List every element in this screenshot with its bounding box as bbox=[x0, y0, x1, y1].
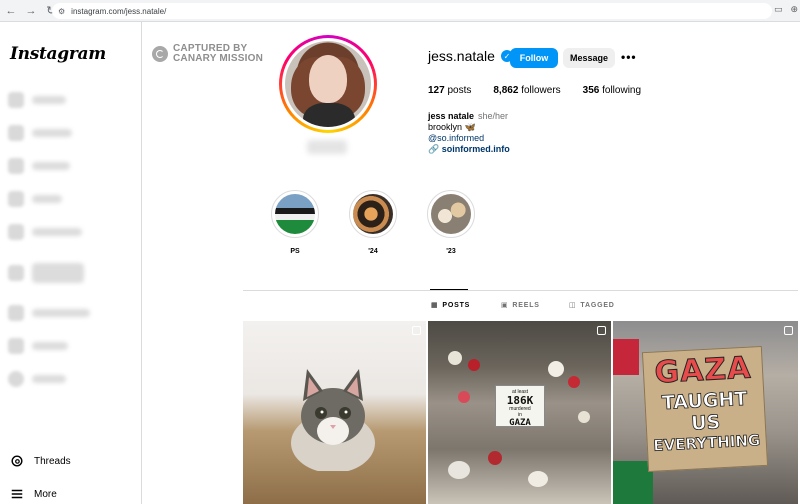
tagged-icon: ◫ bbox=[569, 302, 577, 309]
forward-icon[interactable]: → bbox=[22, 2, 40, 20]
url-text: instagram.com/jess.natale/ bbox=[71, 6, 167, 16]
followers-count[interactable]: 8,862 followers bbox=[493, 85, 560, 96]
post-tile[interactable]: at least 186K murdered in GAZA bbox=[428, 321, 611, 504]
tune-icon[interactable]: ⚙ bbox=[58, 7, 65, 16]
threads-icon bbox=[11, 455, 23, 467]
username-row: jess.natale ✓ bbox=[428, 48, 513, 64]
screen-icon[interactable]: ▭ bbox=[774, 4, 783, 15]
following-count[interactable]: 356 following bbox=[583, 85, 641, 96]
sidebar: Instagram Threads More bbox=[0, 22, 142, 504]
carousel-icon bbox=[412, 326, 421, 335]
back-icon[interactable]: ← bbox=[2, 2, 20, 20]
reels-icon: ▣ bbox=[501, 302, 509, 309]
sidebar-item-blurred[interactable] bbox=[8, 256, 98, 290]
profile-stats: 127 posts 8,862 followers 356 following bbox=[428, 85, 641, 96]
active-tab-indicator bbox=[430, 289, 468, 290]
highlight-ps[interactable]: PS bbox=[271, 190, 319, 255]
carousel-icon bbox=[597, 326, 606, 335]
address-bar[interactable]: ⚙ instagram.com/jess.natale/ bbox=[52, 3, 772, 19]
tab-posts[interactable]: ▦ POSTS bbox=[431, 301, 470, 310]
kitten-image bbox=[291, 369, 375, 471]
tabs-divider bbox=[243, 290, 798, 291]
profile-bio: jess natale she/her brooklyn 🦋 @so.inform… bbox=[428, 111, 510, 155]
sidebar-item-blurred[interactable] bbox=[8, 190, 98, 208]
sidebar-item-blurred[interactable] bbox=[8, 304, 98, 322]
highlight-label: '24 bbox=[368, 248, 378, 255]
message-button[interactable]: Message bbox=[563, 48, 615, 68]
more-options-icon[interactable]: ••• bbox=[621, 50, 637, 64]
sidebar-item-more[interactable]: More bbox=[10, 487, 57, 501]
sidebar-item-blurred[interactable] bbox=[8, 124, 98, 142]
bio-website-link[interactable]: 🔗 soinformed.info bbox=[428, 144, 510, 155]
avatar-photo bbox=[285, 41, 371, 127]
highlight-label: PS bbox=[290, 248, 300, 255]
post-tile[interactable]: GAZA TAUGHT US EVERYTHING bbox=[613, 321, 798, 504]
sidebar-item-threads[interactable]: Threads bbox=[10, 454, 71, 468]
tab-reels[interactable]: ▣ REELS bbox=[501, 301, 540, 310]
watermark-line2: CANARY MISSION bbox=[173, 53, 264, 64]
follow-button[interactable]: Follow bbox=[510, 48, 558, 68]
memorial-sign: at least 186K murdered in GAZA bbox=[495, 385, 545, 428]
profile-avatar[interactable] bbox=[279, 35, 377, 133]
link-icon: 🔗 bbox=[428, 144, 440, 154]
bio-pronouns: she/her bbox=[478, 111, 509, 121]
canary-seal-icon bbox=[152, 46, 168, 62]
instagram-logo[interactable]: Instagram bbox=[10, 44, 106, 64]
browser-toolbar: ← → ↻ ⚙ instagram.com/jess.natale/ ▭ ⊕ bbox=[0, 0, 800, 22]
bio-mention-link[interactable]: @so.informed bbox=[428, 133, 510, 144]
highlight-23[interactable]: '23 bbox=[427, 190, 475, 255]
sidebar-item-blurred[interactable] bbox=[8, 337, 98, 355]
highlight-label: '23 bbox=[446, 248, 456, 255]
profile-note-blurred bbox=[307, 140, 347, 154]
zoom-icon[interactable]: ⊕ bbox=[790, 4, 798, 15]
sidebar-item-blurred[interactable] bbox=[8, 91, 98, 109]
carousel-icon bbox=[784, 326, 793, 335]
posts-count: 127 posts bbox=[428, 85, 472, 96]
bio-name: jess natale bbox=[428, 111, 475, 121]
tab-tagged[interactable]: ◫ TAGGED bbox=[569, 301, 615, 310]
highlight-24[interactable]: '24 bbox=[349, 190, 397, 255]
sidebar-item-label: More bbox=[34, 488, 57, 500]
sidebar-item-blurred[interactable] bbox=[8, 157, 98, 175]
sidebar-item-blurred[interactable] bbox=[8, 370, 98, 388]
sidebar-item-blurred[interactable] bbox=[8, 223, 98, 241]
red-street-sign bbox=[613, 339, 639, 375]
post-tile[interactable] bbox=[243, 321, 426, 504]
bio-line: brooklyn 🦋 bbox=[428, 122, 476, 132]
menu-icon bbox=[11, 489, 23, 499]
profile-username: jess.natale bbox=[428, 48, 495, 64]
grid-icon: ▦ bbox=[431, 302, 439, 309]
captured-watermark: CAPTURED BY CANARY MISSION bbox=[152, 44, 263, 64]
protest-sign: GAZA TAUGHT US EVERYTHING bbox=[641, 345, 769, 473]
sidebar-item-label: Threads bbox=[34, 455, 71, 467]
